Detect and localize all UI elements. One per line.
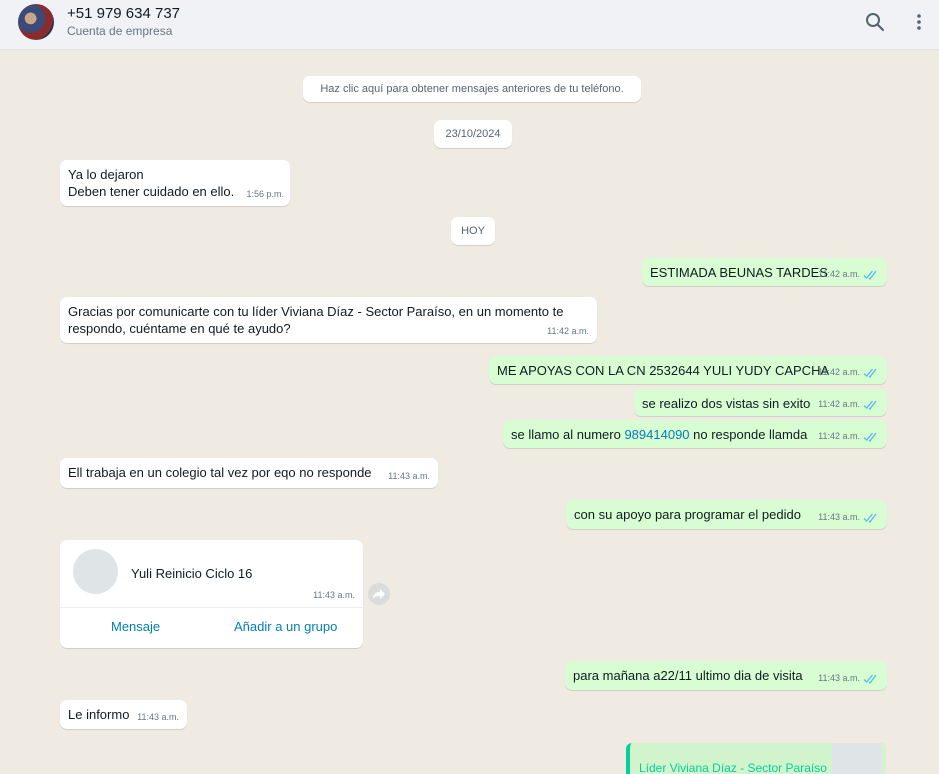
message-text: con su apoyo para programar el pedido	[574, 507, 801, 522]
message-time: 11:42 a.m.	[818, 431, 860, 441]
load-older-messages[interactable]: Haz clic aquí para obtener mensajes ante…	[303, 76, 641, 102]
message-time: 11:42 a.m.	[818, 269, 860, 279]
outgoing-message[interactable]: se llamo al numero 989414090 no responde…	[503, 420, 887, 448]
double-check-icon	[863, 674, 877, 684]
incoming-message[interactable]: Ya lo dejaron Deben tener cuidado en ell…	[60, 160, 290, 206]
add-to-group-button[interactable]: Añadir a un grupo	[234, 619, 337, 634]
date-divider: 23/10/2024	[434, 120, 512, 148]
contact-card-message[interactable]: Yuli Reinicio Ciclo 16 11:43 a.m. Mensaj…	[60, 540, 363, 648]
divider	[60, 607, 363, 608]
date-divider: HOY	[451, 217, 495, 245]
kebab-menu-icon[interactable]	[907, 10, 931, 34]
message-time: 11:43 a.m.	[818, 673, 860, 683]
contact-card-avatar	[73, 549, 118, 594]
message-text: ME APOYAS CON LA CN 2532644 YULI YUDY CA…	[497, 363, 830, 378]
incoming-message[interactable]: Gracias por comunicarte con tu líder Viv…	[60, 297, 597, 343]
outgoing-message[interactable]: con su apoyo para programar el pedido 11…	[566, 500, 887, 529]
double-check-icon	[863, 270, 877, 280]
contact-title[interactable]: +51 979 634 737	[67, 5, 180, 22]
outgoing-message[interactable]: se realizo dos vistas sin exito 11:42 a.…	[634, 389, 887, 416]
outgoing-message[interactable]: ESTIMADA BEUNAS TARDES 11:42 a.m.	[642, 258, 887, 286]
message-time: 11:43 a.m.	[818, 512, 860, 522]
message-time: 11:43 a.m.	[137, 712, 179, 722]
message-line: Deben tener cuidado en ello.	[68, 184, 235, 199]
message-text: ESTIMADA BEUNAS TARDES	[650, 265, 828, 280]
message-time: 11:42 a.m.	[547, 326, 589, 336]
message-time: 11:42 a.m.	[818, 367, 860, 377]
double-check-icon	[863, 368, 877, 378]
incoming-message[interactable]: Ell trabaja en un colegio tal vez por eq…	[60, 458, 438, 488]
message-text: se realizo dos vistas sin exito	[642, 396, 811, 411]
search-icon[interactable]	[863, 10, 887, 34]
double-check-icon	[863, 432, 877, 442]
message-line: respondo, cuéntame en qué te ayudo?	[68, 321, 291, 336]
contact-subtitle: Cuenta de empresa	[67, 24, 173, 38]
message-line: Gracias por comunicarte con tu líder Viv…	[68, 304, 564, 319]
message-time: 11:42 a.m.	[818, 399, 860, 409]
message-line: Ya lo dejaron	[68, 167, 144, 182]
double-check-icon	[863, 400, 877, 410]
phone-link[interactable]: 989414090	[624, 427, 689, 442]
message-contact-button[interactable]: Mensaje	[111, 619, 160, 634]
quoted-thumbnail	[832, 743, 882, 774]
double-check-icon	[863, 513, 877, 523]
message-text: para mañana a22/11 ultimo dia de visita	[573, 668, 803, 683]
outgoing-message[interactable]: para mañana a22/11 ultimo dia de visita …	[565, 661, 887, 690]
message-text: Ell trabaja en un colegio tal vez por eq…	[68, 465, 372, 480]
quoted-message-preview[interactable]: Líder Viviana Díaz - Sector Paraíso	[626, 743, 886, 774]
quoted-author: Líder Viviana Díaz - Sector Paraíso	[639, 761, 827, 774]
message-time: 11:43 a.m.	[313, 590, 355, 600]
message-time: 1:56 p.m.	[246, 189, 284, 199]
chat-area[interactable]: Haz clic aquí para obtener mensajes ante…	[0, 50, 939, 774]
outgoing-message[interactable]: ME APOYAS CON LA CN 2532644 YULI YUDY CA…	[489, 356, 887, 384]
incoming-message[interactable]: Le informo 11:43 a.m.	[60, 700, 187, 729]
message-text: se llamo al numero	[511, 427, 625, 442]
message-text: Le informo	[68, 707, 130, 722]
message-text: no responde llamda	[689, 427, 808, 442]
forward-arrow-icon	[373, 589, 385, 599]
chat-header: +51 979 634 737 Cuenta de empresa	[0, 0, 939, 50]
message-time: 11:43 a.m.	[388, 471, 430, 481]
contact-avatar[interactable]	[18, 4, 54, 40]
forward-button[interactable]	[368, 583, 390, 605]
contact-card-name: Yuli Reinicio Ciclo 16	[131, 566, 253, 581]
